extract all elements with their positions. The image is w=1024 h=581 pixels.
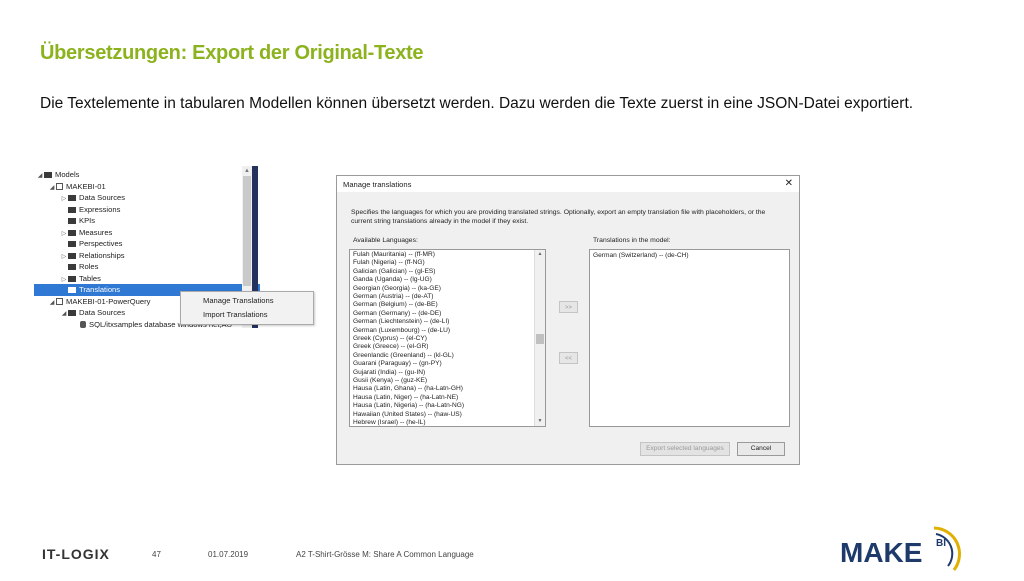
tree-item-label: Measures [79,227,113,237]
folder-icon [68,206,76,213]
list-item[interactable]: Greenlandic (Greenland) -- (kl-GL) [353,352,454,360]
context-menu: Manage Translations Import Translations [180,291,314,325]
model-cube-icon [56,182,63,190]
tree-item[interactable]: ◢ Models [36,169,80,183]
tree-item[interactable]: ◢ MAKEBI-01-PowerQuery [48,296,151,310]
tree-item-label: KPIs [79,216,96,225]
tree-scrollbar-thumb[interactable] [243,176,251,286]
make-bi-logo: MAKE BI [838,520,978,576]
list-item[interactable]: German (Liechtenstein) -- (de-LI) [353,318,449,326]
list-item[interactable]: German (Switzerland) -- (de-CH) [593,252,689,259]
tree-item[interactable]: ▷ Relationships [60,250,125,262]
tree-item[interactable]: ▷ Tables [60,273,101,285]
add-language-button[interactable]: >> [559,301,578,313]
manage-translations-dialog: Manage translations ✕ Specifies the lang… [336,175,800,465]
dialog-titlebar: Manage translations ✕ [337,176,799,192]
footer-text: A2 T-Shirt-Grösse M: Share A Common Lang… [296,550,474,559]
tree-item-label: Perspectives [79,239,123,248]
model-cube-icon [56,297,63,305]
list-scrollbar[interactable]: ▲ ▼ [534,250,545,426]
menu-item-import-translations[interactable]: Import Translations [203,309,268,321]
page-number: 47 [152,550,161,559]
slide-body-text: Die Textelemente in tabularen Modellen k… [40,95,914,112]
list-item[interactable]: Fulah (Mauritania) -- (ff-MR) [353,251,435,259]
folder-icon [68,218,76,224]
scroll-up-arrow-icon[interactable]: ▲ [242,166,252,176]
list-item[interactable]: Hausa (Latin, Niger) -- (ha-Latn-NE) [353,394,458,402]
datasource-icon [80,320,86,328]
folder-icon [68,287,76,293]
list-item[interactable]: German (Germany) -- (de-DE) [353,310,441,318]
logo-bi-text: BI [936,538,946,549]
logo-make-text: MAKE [840,537,922,568]
list-item[interactable]: Greek (Greece) -- (el-GR) [353,343,428,351]
export-selected-languages-button[interactable]: Export selected languages [640,442,730,456]
available-languages-list[interactable]: Hebrew (Israel) -- (he-IL) Hawaiian (Unit… [349,249,546,427]
remove-language-button[interactable]: << [559,352,578,364]
tree-item-label: Roles [79,262,99,271]
list-item[interactable]: Fulah (Nigeria) -- (ff-NG) [353,259,425,267]
tree-item-label: Tables [79,273,101,283]
folder-icon [68,264,76,270]
collapse-arrow-icon[interactable]: ◢ [60,309,68,321]
company-logo-text: IT-LOGIX [42,546,110,562]
dialog-title: Manage translations [343,180,412,189]
tree-item[interactable]: ▷ Data Sources [60,192,125,204]
list-item[interactable]: Hebrew (Israel) -- (he-IL) [353,419,426,426]
list-item[interactable]: Gusii (Kenya) -- (guz-KE) [353,377,427,385]
tree-item[interactable]: KPIs [60,215,95,227]
dialog-description: Specifies the languages for which you ar… [351,209,766,225]
folder-icon [68,195,76,201]
folder-icon [68,252,76,259]
models-folder-icon [44,172,52,178]
tree-item-label: Expressions [79,204,121,214]
scroll-down-arrow-icon[interactable]: ▼ [535,417,545,426]
list-item[interactable]: German (Luxembourg) -- (de-LU) [353,327,450,335]
list-item[interactable]: German (Austria) -- (de-AT) [353,293,433,301]
slide-title: Übersetzungen: Export der Original-Texte [40,42,424,64]
tree-item[interactable]: ▷ Measures [60,227,113,239]
close-icon[interactable]: ✕ [785,178,793,189]
available-languages-label: Available Languages: [353,237,418,244]
collapse-arrow-icon[interactable]: ◢ [36,171,44,183]
tree-item[interactable]: Expressions [60,204,120,216]
list-item[interactable]: Hawaiian (United States) -- (haw-US) [353,411,462,419]
list-item[interactable]: Hausa (Latin, Ghana) -- (ha-Latn-GH) [353,385,463,393]
translations-list[interactable]: German (Switzerland) -- (de-CH) [589,249,790,427]
folder-icon [68,275,76,282]
collapse-arrow-icon[interactable]: ◢ [48,298,56,310]
list-item[interactable]: Galician (Galician) -- (gl-ES) [353,268,435,276]
folder-icon [68,310,76,316]
list-item[interactable]: Gujarati (India) -- (gu-IN) [353,369,425,377]
list-item[interactable]: Ganda (Uganda) -- (lg-UG) [353,276,432,284]
tree-item-label: Translations [79,285,121,294]
translations-label: Translations in the model: [593,237,671,244]
list-scrollbar-thumb[interactable] [536,334,544,344]
tree-item[interactable]: ◢ MAKEBI-01 [48,181,106,193]
list-item[interactable]: Georgian (Georgia) -- (ka-GE) [353,285,441,293]
tree-item-label: Data Sources [79,308,126,317]
folder-icon [68,229,76,236]
tree-item-label: Models [55,170,80,179]
cancel-button[interactable]: Cancel [737,442,785,456]
list-item[interactable]: German (Belgium) -- (de-BE) [353,301,438,309]
tree-item[interactable]: Perspectives [60,238,122,250]
tree-item[interactable]: Roles [60,261,98,273]
menu-item-manage-translations[interactable]: Manage Translations [203,295,274,307]
tree-item[interactable]: ◢ Data Sources [60,307,125,319]
scroll-up-arrow-icon[interactable]: ▲ [535,250,545,259]
list-item[interactable]: Greek (Cyprus) -- (el-CY) [353,335,427,343]
footer-date: 01.07.2019 [208,550,249,559]
folder-icon [68,241,76,247]
collapse-arrow-icon[interactable]: ◢ [48,183,56,195]
tree-item-label: MAKEBI-01-PowerQuery [66,296,151,306]
list-item[interactable]: Hausa (Latin, Nigeria) -- (ha-Latn-NG) [353,402,464,410]
list-item[interactable]: Guarani (Paraguay) -- (gn-PY) [353,360,442,368]
tree-item-label: Relationships [79,250,125,260]
tree-item-label: Data Sources [79,193,126,202]
tree-item-label: MAKEBI-01 [66,181,106,191]
